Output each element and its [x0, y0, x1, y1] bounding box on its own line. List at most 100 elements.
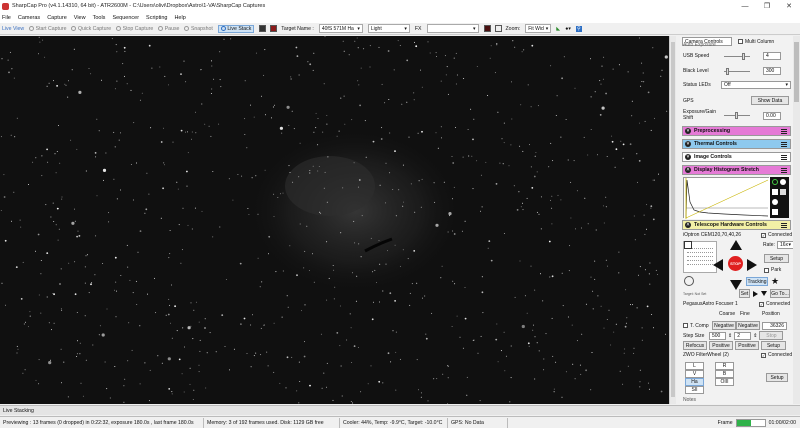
filter-l[interactable]: L: [685, 362, 704, 370]
telescope-controls-header[interactable]: ˄ Telescope Hardware Controls: [682, 220, 791, 230]
focuser-setup-button[interactable]: Setup: [761, 341, 786, 350]
target-name-input[interactable]: 40fS 571M Ha ▾: [318, 24, 363, 33]
hamburger-icon[interactable]: [781, 141, 787, 147]
image-viewer[interactable]: [0, 36, 669, 404]
usb-speed-input[interactable]: 4: [763, 52, 781, 60]
tab-live-stacking[interactable]: Live Stacking: [3, 408, 34, 414]
start-capture-button[interactable]: Start Capture: [29, 26, 66, 32]
star: [101, 79, 102, 81]
filter-sii[interactable]: SII: [685, 386, 704, 394]
crosshair-icon[interactable]: [684, 276, 694, 286]
star-icon[interactable]: ★: [771, 276, 779, 287]
pin-icon[interactable]: ⚲: [575, 25, 582, 32]
coarse-positive-button[interactable]: Positive: [709, 341, 733, 350]
filterwheel-connected-checkbox[interactable]: ✓: [761, 352, 766, 358]
histogram-icon[interactable]: [259, 25, 267, 32]
star: [85, 359, 87, 361]
hamburger-icon[interactable]: [781, 167, 787, 173]
hamburger-icon[interactable]: [781, 154, 787, 160]
menu-view[interactable]: View: [74, 15, 86, 21]
east-arrow-icon[interactable]: [747, 259, 757, 271]
magnifier-icon[interactable]: ●▾: [565, 26, 571, 32]
menu-sequencer[interactable]: Sequencer: [112, 15, 139, 21]
show-data-button[interactable]: Show Data: [751, 96, 789, 105]
menu-help[interactable]: Help: [174, 15, 185, 21]
thermal-controls-header[interactable]: ˅ Thermal Controls: [682, 139, 791, 149]
tracking-button[interactable]: Tracking: [746, 277, 768, 286]
lock-icon[interactable]: [780, 189, 786, 195]
snapshot-button[interactable]: Snapshot: [184, 26, 213, 32]
reset-icon[interactable]: [780, 179, 786, 185]
exposure-gain-input[interactable]: 0.00: [763, 111, 781, 120]
preprocessing-header[interactable]: ˅ Preprocessing: [682, 126, 791, 136]
quick-capture-button[interactable]: Quick Capture: [71, 26, 111, 32]
magnifier-icon[interactable]: [772, 199, 778, 205]
menu-cameras[interactable]: Cameras: [18, 15, 40, 21]
star: [296, 390, 298, 392]
live-stack-button[interactable]: Live Stack: [217, 24, 255, 33]
lightning-icon[interactable]: [772, 189, 778, 195]
reticle-icon[interactable]: [494, 25, 502, 32]
minimize-button[interactable]: —: [734, 0, 756, 12]
filter-r[interactable]: R: [715, 362, 734, 370]
filter-oiii[interactable]: OIII: [715, 378, 734, 386]
menu-capture[interactable]: Capture: [47, 15, 67, 21]
chart-icon[interactable]: ◣: [556, 26, 560, 32]
fx-select[interactable]: ▾: [426, 24, 479, 33]
coarse-step-input[interactable]: 500: [709, 331, 726, 340]
mount-connected-checkbox[interactable]: ✓: [761, 232, 766, 238]
west-arrow-icon[interactable]: [713, 259, 723, 271]
black-level-slider[interactable]: [724, 67, 750, 75]
rate-select[interactable]: 16x ▾: [776, 241, 793, 249]
menu-file[interactable]: File: [2, 15, 11, 21]
image-controls-header[interactable]: ˅ Image Controls: [682, 152, 791, 162]
star: [111, 38, 113, 40]
tab-multi-column[interactable]: Multi Column: [745, 39, 774, 45]
tcomp-checkbox[interactable]: [683, 323, 688, 328]
focuser-connected-checkbox[interactable]: ✓: [759, 301, 764, 307]
coarse-negative-button[interactable]: Negative: [712, 321, 736, 330]
histogram-stretch-header[interactable]: ˄ Display Histogram Stretch: [682, 165, 791, 175]
hamburger-icon[interactable]: [781, 128, 787, 134]
focuser-stop-button[interactable]: Stop: [759, 331, 784, 340]
park-checkbox[interactable]: [764, 267, 769, 273]
refocus-button[interactable]: Refocus: [683, 341, 707, 350]
sync-icon[interactable]: [684, 241, 692, 249]
fine-step-input[interactable]: 2: [734, 331, 752, 340]
filter-ha[interactable]: Ha: [685, 378, 704, 386]
filter-v[interactable]: V: [685, 370, 704, 378]
frame-type-select[interactable]: Light ▾: [367, 24, 410, 33]
filter-b[interactable]: B: [715, 370, 734, 378]
north-arrow-icon[interactable]: [730, 240, 742, 250]
reticle-color-icon[interactable]: [483, 25, 491, 32]
settings-icon[interactable]: [772, 209, 778, 215]
usb-speed-slider[interactable]: [724, 52, 750, 60]
zoom-select[interactable]: Fit Wid ▾: [525, 24, 552, 33]
fine-negative-button[interactable]: Negative: [736, 321, 760, 330]
auto-stretch-icon[interactable]: [772, 179, 778, 185]
menu-scripting[interactable]: Scripting: [146, 15, 167, 21]
black-level-input[interactable]: 300: [763, 67, 781, 75]
stop-button[interactable]: STOP: [728, 256, 743, 271]
fine-positive-button[interactable]: Positive: [735, 341, 759, 350]
pause-button[interactable]: Pause: [158, 26, 179, 32]
live-view-button[interactable]: Live View: [2, 26, 24, 32]
histogram-display[interactable]: [683, 177, 770, 219]
color-icon[interactable]: [270, 25, 278, 32]
stop-capture-button[interactable]: Stop Capture: [116, 26, 153, 32]
maximize-button[interactable]: ❐: [756, 0, 778, 12]
hamburger-icon[interactable]: [781, 222, 787, 228]
status-leds-select[interactable]: Off ▾: [721, 81, 791, 89]
mount-setup-button[interactable]: Setup: [764, 254, 789, 263]
viewer-scrollbar[interactable]: [669, 36, 676, 404]
goto-button[interactable]: Go To...: [770, 289, 790, 298]
goto-arrow-icon[interactable]: [753, 290, 758, 297]
menu-tools[interactable]: Tools: [93, 15, 106, 21]
filterwheel-setup-button[interactable]: Setup: [766, 373, 788, 382]
close-button[interactable]: ✕: [778, 0, 800, 12]
panel-scrollbar[interactable]: [793, 36, 800, 404]
down-arrow-icon[interactable]: [761, 291, 767, 296]
set-button[interactable]: Set: [739, 289, 750, 298]
exposure-gain-slider[interactable]: [724, 112, 750, 119]
multi-column-checkbox[interactable]: [738, 39, 743, 44]
